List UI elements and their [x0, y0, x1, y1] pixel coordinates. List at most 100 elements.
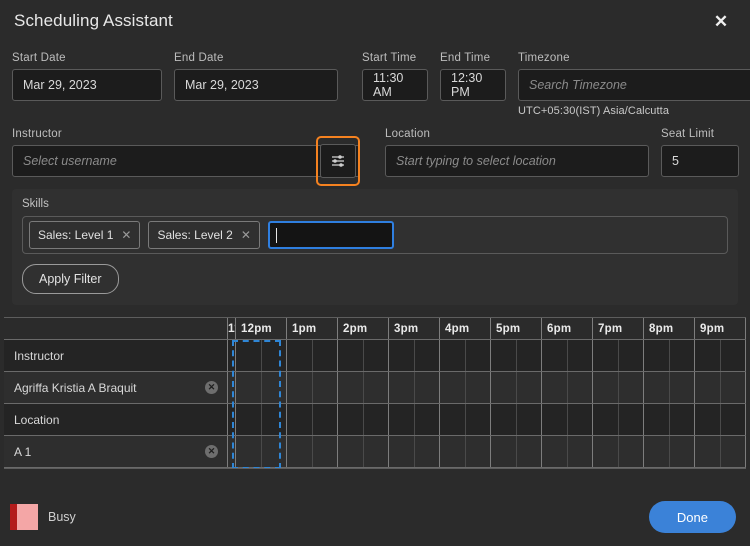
close-icon[interactable]: ✕: [708, 8, 734, 34]
timeline-cell[interactable]: [644, 404, 695, 435]
timeline-cell[interactable]: [593, 436, 644, 467]
done-button[interactable]: Done: [648, 501, 736, 533]
timeline-cell[interactable]: [228, 372, 236, 403]
instructor-group: Instructor Select username: [12, 128, 360, 186]
skill-chip-label: Sales: Level 2: [157, 228, 233, 242]
timeline-cell[interactable]: [491, 436, 542, 467]
close-icon[interactable]: ✕: [241, 229, 251, 241]
skill-chip[interactable]: Sales: Level 2 ✕: [148, 221, 260, 249]
timeline-cell[interactable]: [695, 436, 746, 467]
start-date-label: Start Date: [12, 52, 66, 64]
timeline-cell[interactable]: [542, 340, 593, 371]
end-time-input[interactable]: 12:30 PM: [440, 69, 506, 101]
timeline-cell[interactable]: [236, 436, 287, 467]
timeline-cell[interactable]: [695, 340, 746, 371]
timeline-cell[interactable]: [542, 372, 593, 403]
timeline-hour-7pm: 7pm: [593, 318, 644, 339]
timeline-cell[interactable]: [440, 436, 491, 467]
skills-chips-container[interactable]: Sales: Level 1 ✕ Sales: Level 2 ✕: [22, 216, 728, 254]
timeline-cell[interactable]: [491, 340, 542, 371]
row-label: Agriffa Kristia A Braquit: [14, 380, 137, 395]
text-caret: [275, 227, 277, 243]
timezone-input[interactable]: Search Timezone: [518, 69, 750, 101]
timeline-cell[interactable]: [644, 340, 695, 371]
timeline-hour-11am: 11am: [228, 318, 236, 339]
timeline-cell[interactable]: [287, 340, 338, 371]
timeline-cell[interactable]: [440, 372, 491, 403]
timeline-cell[interactable]: [338, 372, 389, 403]
table-row: A 1 ✕: [4, 436, 746, 468]
start-date-input[interactable]: Mar 29, 2023: [12, 69, 162, 101]
timeline-cell[interactable]: [542, 404, 593, 435]
timeline-row-cells: [228, 340, 746, 371]
datetime-row: Start Date Mar 29, 2023 End Date Mar 29,…: [12, 52, 750, 117]
start-time-input[interactable]: 11:30 AM: [362, 69, 428, 101]
timeline-cell[interactable]: [491, 372, 542, 403]
dialog-footer: Busy Done: [0, 488, 750, 546]
timeline-cell[interactable]: [644, 372, 695, 403]
remove-circle-icon[interactable]: ✕: [205, 381, 218, 394]
timeline-cell[interactable]: [389, 340, 440, 371]
timeline-cell[interactable]: [236, 404, 287, 435]
filter-sliders-icon: [320, 144, 356, 178]
timeline-cell[interactable]: [491, 404, 542, 435]
location-input[interactable]: Start typing to select location: [385, 145, 649, 177]
timeline-cell[interactable]: [287, 372, 338, 403]
timeline-row-cells: [228, 436, 746, 467]
busy-color-swatch: [10, 504, 38, 530]
timeline-header: 11am 12pm 1pm 2pm 3pm 4pm 5pm 6pm 7pm 8p…: [4, 318, 746, 340]
skills-panel: Skills Sales: Level 1 ✕ Sales: Level 2 ✕…: [12, 189, 738, 305]
start-date-group: Start Date Mar 29, 2023: [12, 52, 162, 101]
timeline-cell[interactable]: [593, 404, 644, 435]
page-title: Scheduling Assistant: [14, 11, 173, 30]
timeline-row-instructor-agriffa: Agriffa Kristia A Braquit ✕: [4, 372, 228, 403]
timeline-group-header-location: Location: [4, 404, 228, 435]
timeline-cell[interactable]: [389, 436, 440, 467]
timeline-hour-5pm: 5pm: [491, 318, 542, 339]
timeline-cell[interactable]: [593, 340, 644, 371]
timeline-cell[interactable]: [389, 404, 440, 435]
timeline-row-cells: [228, 404, 746, 435]
timeline-cell[interactable]: [440, 404, 491, 435]
timeline-hour-8pm: 8pm: [644, 318, 695, 339]
timeline-cell[interactable]: [236, 372, 287, 403]
timeline-cell[interactable]: [695, 404, 746, 435]
remove-circle-icon[interactable]: ✕: [205, 445, 218, 458]
timezone-group: Timezone Search Timezone UTC+05:30(IST) …: [518, 52, 750, 117]
apply-filter-button[interactable]: Apply Filter: [22, 264, 119, 294]
timeline-hour-9pm: 9pm: [695, 318, 746, 339]
timeline-cell[interactable]: [695, 372, 746, 403]
end-date-input[interactable]: Mar 29, 2023: [174, 69, 338, 101]
timeline-cell[interactable]: [287, 404, 338, 435]
end-date-label: End Date: [174, 52, 224, 64]
timezone-note: UTC+05:30(IST) Asia/Calcutta: [518, 105, 670, 117]
skills-search-input[interactable]: [267, 221, 394, 249]
busy-legend-label: Busy: [48, 510, 76, 524]
seat-limit-label: Seat Limit: [661, 128, 715, 140]
timeline-cell[interactable]: [228, 404, 236, 435]
timeline-cell[interactable]: [338, 436, 389, 467]
timeline-cell[interactable]: [228, 436, 236, 467]
instructor-input[interactable]: Select username: [12, 145, 360, 177]
timeline-cell[interactable]: [389, 372, 440, 403]
instructor-filter-button[interactable]: [316, 136, 360, 186]
end-time-group: End Time 12:30 PM: [440, 52, 506, 101]
timeline-cell[interactable]: [644, 436, 695, 467]
timeline-cell[interactable]: [236, 340, 287, 371]
seat-limit-input[interactable]: 5: [661, 145, 739, 177]
timeline-cell[interactable]: [228, 340, 236, 371]
timeline-cell[interactable]: [287, 436, 338, 467]
timeline-cell[interactable]: [338, 404, 389, 435]
timeline-cell[interactable]: [593, 372, 644, 403]
timeline-hour-2pm: 2pm: [338, 318, 389, 339]
timeline-cell[interactable]: [440, 340, 491, 371]
timeline-cell[interactable]: [542, 436, 593, 467]
timeline-hour-4pm: 4pm: [440, 318, 491, 339]
skill-chip[interactable]: Sales: Level 1 ✕: [29, 221, 141, 249]
location-group: Location Start typing to select location: [385, 128, 649, 177]
busy-legend: Busy: [10, 504, 76, 530]
close-icon[interactable]: ✕: [121, 229, 131, 241]
instructor-location-row: Instructor Select username Location Star…: [12, 128, 739, 186]
timeline-cell[interactable]: [338, 340, 389, 371]
scheduling-assistant-dialog: Scheduling Assistant ✕ Start Date Mar 29…: [0, 0, 750, 546]
